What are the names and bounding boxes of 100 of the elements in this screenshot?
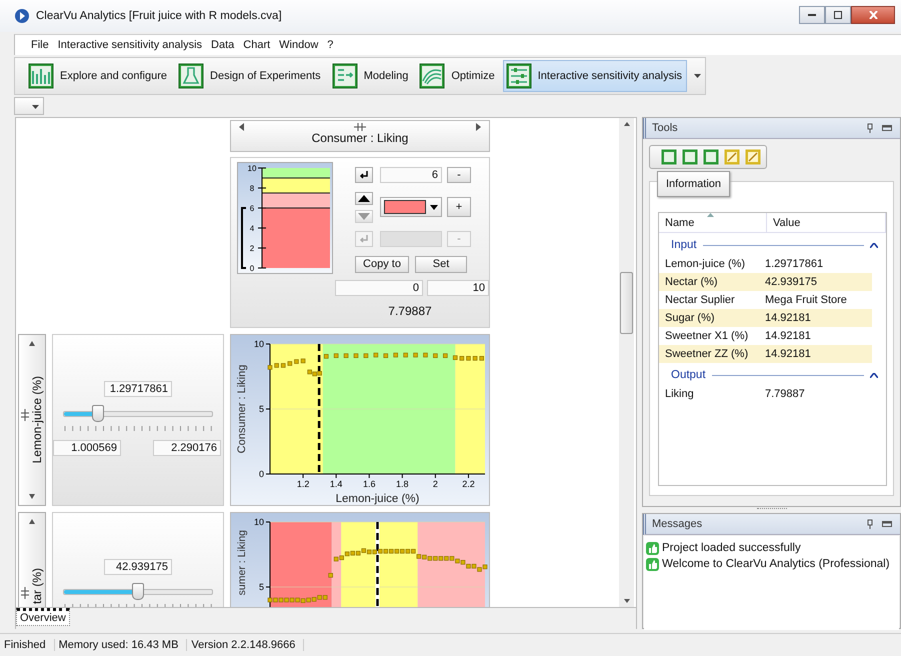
- maximize-button[interactable]: [825, 6, 851, 24]
- group-title: Output: [671, 369, 706, 381]
- status-text: Memory used: 16.43 MB: [54, 639, 188, 651]
- property-value: 7.79887: [765, 388, 806, 400]
- minimize-icon[interactable]: [882, 124, 892, 132]
- min-field[interactable]: 1.000569: [53, 440, 121, 456]
- menu-item[interactable]: Window: [279, 39, 318, 51]
- up-arrow-icon[interactable]: [624, 122, 630, 126]
- document-tab[interactable]: Overview: [16, 608, 70, 626]
- tool-button[interactable]: [681, 148, 699, 166]
- data-point: [413, 352, 418, 358]
- up-arrow-icon[interactable]: [29, 519, 35, 524]
- collapse-icon[interactable]: [870, 372, 878, 378]
- scale-band[interactable]: [262, 178, 330, 193]
- move-up-button[interactable]: [355, 192, 373, 205]
- scale-band[interactable]: [241, 207, 330, 269]
- minimize-icon[interactable]: [882, 520, 892, 528]
- data-point: [288, 361, 292, 366]
- threshold-field[interactable]: [380, 231, 442, 248]
- status-text: Version 2.2.148.9666: [187, 639, 304, 651]
- property-name: Sweetner X1 (%): [665, 330, 750, 342]
- tool-button[interactable]: [744, 148, 762, 166]
- square-icon: [703, 149, 719, 165]
- toolbar-button[interactable]: Interactive sensitivity analysis: [502, 60, 688, 92]
- vertical-scrollbar[interactable]: [619, 118, 634, 607]
- left-arrow-icon[interactable]: [239, 123, 244, 131]
- value-field[interactable]: 1.29717861: [104, 381, 172, 397]
- tool-button[interactable]: [723, 148, 741, 166]
- menu-item[interactable]: File: [31, 39, 49, 51]
- pin-icon[interactable]: [866, 519, 874, 529]
- property-value: 14.92181: [765, 348, 812, 360]
- x-tick-label: 1.8: [396, 479, 409, 489]
- pencil-square-icon: [745, 149, 761, 165]
- y-tick-label: 10: [254, 339, 264, 349]
- toolbar-button[interactable]: Explore and configure: [25, 60, 172, 92]
- y-tick-label: 5: [258, 582, 264, 592]
- scale-tick-label: 6: [250, 204, 254, 213]
- pin-icon[interactable]: [866, 123, 874, 133]
- drag-handle-icon[interactable]: [21, 587, 29, 599]
- menu-item[interactable]: Chart: [243, 39, 270, 51]
- max-field[interactable]: 10: [427, 280, 489, 296]
- y-axis-label: sumer : Liking: [236, 530, 248, 596]
- value-field[interactable]: 42.939175: [104, 559, 172, 575]
- undo-button[interactable]: [355, 167, 373, 184]
- minimize-button[interactable]: [799, 6, 825, 24]
- up-arrow-icon[interactable]: [29, 341, 35, 346]
- scrollbar-thumb[interactable]: [620, 272, 633, 334]
- toolbar-button[interactable]: Optimize: [416, 60, 500, 92]
- scale-band[interactable]: [262, 168, 330, 178]
- threshold-field[interactable]: 6: [380, 167, 442, 184]
- panel-title: Tools: [652, 122, 679, 134]
- drag-handle-icon[interactable]: [21, 409, 29, 421]
- color-scale-chart[interactable]: 0 2 4 6 8 10: [238, 163, 332, 273]
- factor-tab[interactable]: Lemon-juice (%): [18, 334, 46, 506]
- factor-label: tar (%): [30, 568, 44, 604]
- tool-button[interactable]: [702, 148, 720, 166]
- toolbar-button[interactable]: Modeling: [328, 60, 414, 92]
- property-name: Liking: [665, 388, 695, 400]
- down-triangle-icon: [358, 212, 370, 220]
- data-point: [334, 353, 338, 358]
- factor-tab[interactable]: tar (%): [18, 512, 46, 607]
- property-value: 1.29717861: [765, 258, 824, 270]
- add-button[interactable]: +: [447, 197, 471, 218]
- down-arrow-icon[interactable]: [624, 599, 630, 603]
- overflow-caret-icon[interactable]: [694, 74, 702, 78]
- property-name: Nectar (%): [665, 276, 719, 288]
- slider[interactable]: [63, 405, 213, 421]
- toolbar-button[interactable]: Design of Experiments: [175, 60, 326, 92]
- column-header[interactable]: Value: [767, 213, 886, 233]
- minimize-icon: [808, 14, 816, 16]
- copy-to-button[interactable]: Copy to: [355, 256, 409, 273]
- min-field[interactable]: 0: [335, 280, 423, 296]
- remove-button[interactable]: -: [447, 167, 471, 184]
- color-dropdown[interactable]: [380, 197, 442, 218]
- drag-handle-icon[interactable]: [354, 123, 366, 131]
- y-axis-label: Consumer : Liking: [236, 364, 248, 454]
- x-tick-label: 2.2: [462, 479, 475, 489]
- scale-band[interactable]: [262, 193, 330, 208]
- down-arrow-icon[interactable]: [29, 494, 35, 499]
- move-down-button[interactable]: [355, 210, 373, 223]
- set-button[interactable]: Set: [415, 256, 467, 273]
- menu-item[interactable]: Data: [211, 39, 234, 51]
- close-button[interactable]: [851, 6, 895, 24]
- slider[interactable]: [63, 583, 213, 599]
- right-arrow-icon[interactable]: [476, 123, 481, 131]
- max-field[interactable]: 2.290176: [153, 440, 221, 456]
- data-point: [344, 353, 348, 358]
- data-point: [294, 359, 299, 364]
- menu-item[interactable]: ?: [327, 39, 334, 51]
- property-name: Sweetner ZZ (%): [665, 348, 750, 360]
- data-point: [433, 353, 438, 358]
- data-point: [280, 363, 286, 368]
- sliders-icon: [506, 63, 532, 89]
- tool-button[interactable]: [660, 148, 678, 166]
- pencil-square-icon: [724, 149, 740, 165]
- x-tick-label: 1.6: [362, 479, 376, 489]
- toolbar-dropdown[interactable]: [14, 97, 44, 115]
- collapse-icon[interactable]: [870, 242, 878, 248]
- menu-item[interactable]: Interactive sensitivity analysis: [58, 39, 202, 51]
- property-name: Sugar (%): [665, 312, 716, 324]
